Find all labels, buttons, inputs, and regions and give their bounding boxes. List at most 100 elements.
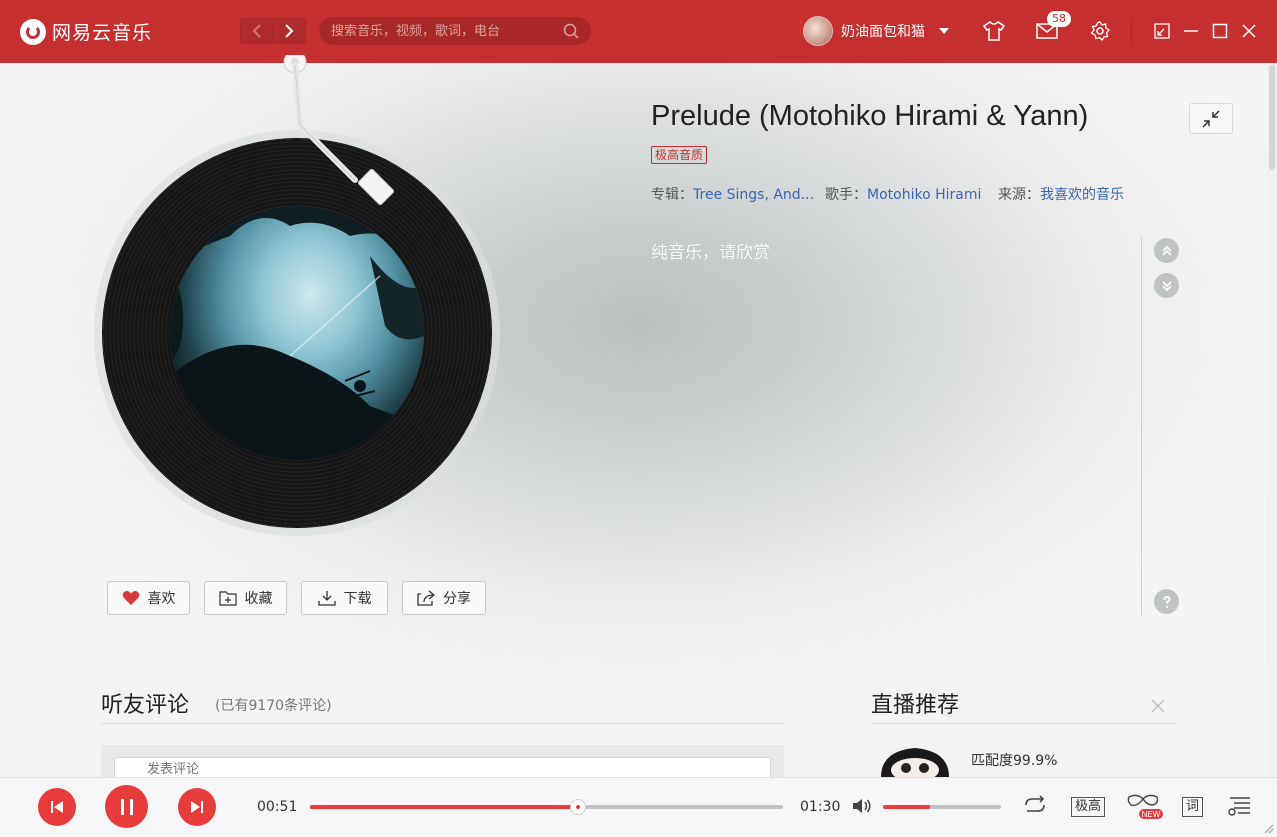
album-cover — [170, 206, 424, 460]
scroll-thumb[interactable] — [1269, 65, 1275, 170]
playlist-button[interactable] — [1228, 795, 1252, 817]
next-button[interactable] — [178, 788, 216, 826]
lyrics-divider — [1141, 237, 1142, 615]
progress-bar[interactable] — [310, 799, 783, 815]
progress-handle[interactable] — [570, 799, 586, 815]
loop-mode-button[interactable] — [1023, 795, 1047, 815]
volume-button[interactable] — [852, 797, 874, 815]
album-label: 专辑： — [651, 187, 693, 203]
heart-icon — [122, 591, 139, 605]
history-nav — [240, 18, 306, 44]
forward-button[interactable] — [273, 18, 306, 44]
song-title: Prelude (Motohiko Hirami & Yann) — [651, 100, 1089, 132]
search-box — [319, 17, 591, 45]
share-label: 分享 — [443, 591, 471, 607]
comments-title: 听友评论 — [101, 693, 190, 718]
source-label: 来源： — [998, 187, 1040, 203]
lyrics-text: 纯音乐，请欣赏 — [651, 243, 770, 263]
minimize-button[interactable] — [1180, 20, 1202, 42]
artist-label: 歌手： — [825, 187, 867, 203]
resize-grip-icon[interactable] — [1262, 822, 1274, 834]
close-icon — [1151, 699, 1165, 713]
sound-quality-button[interactable]: 极高 — [1071, 797, 1106, 817]
volume-fill — [883, 805, 930, 809]
title-bar: 网易云音乐 奶油面包和猫 58 — [0, 0, 1277, 63]
current-time: 00:51 — [257, 799, 298, 815]
search-icon[interactable] — [563, 23, 579, 39]
double-chevron-down-icon — [1161, 280, 1172, 291]
progress-fill — [310, 805, 578, 809]
comments-count: (已有9170条评论) — [215, 698, 332, 714]
total-time: 01:30 — [800, 799, 841, 815]
source-link[interactable]: 我喜欢的音乐 — [1040, 187, 1124, 203]
playlist-icon — [1228, 797, 1250, 816]
app-name: 网易云音乐 — [52, 22, 153, 44]
maximize-icon — [1212, 23, 1228, 39]
album-artwork-image — [170, 206, 424, 460]
search-input[interactable] — [331, 23, 563, 39]
double-chevron-up-icon — [1161, 245, 1172, 256]
caret-down-icon[interactable] — [939, 28, 949, 34]
netease-logo-icon — [20, 18, 46, 45]
album-link[interactable]: Tree Sings, And... — [693, 187, 814, 203]
collapse-icon — [1202, 109, 1220, 128]
mini-mode-button[interactable] — [1151, 20, 1173, 42]
sound-effects-button[interactable]: NEW — [1127, 793, 1163, 819]
close-live-button[interactable] — [1151, 694, 1165, 718]
anime-avatar-image — [871, 746, 959, 777]
share-button[interactable]: 分享 — [402, 581, 486, 615]
download-button[interactable]: 下载 — [301, 581, 388, 615]
pause-button[interactable] — [105, 785, 148, 828]
album-meta: 专辑：Tree Sings, And... — [651, 184, 814, 204]
maximize-button[interactable] — [1209, 20, 1231, 42]
tshirt-icon — [983, 21, 1005, 41]
skip-next-icon — [191, 801, 203, 813]
avatar[interactable] — [803, 16, 833, 46]
skin-button[interactable] — [983, 20, 1005, 42]
live-match-score: 匹配度99.9% — [971, 753, 1058, 769]
settings-button[interactable] — [1089, 20, 1111, 42]
volume-icon — [853, 799, 871, 813]
previous-button[interactable] — [38, 788, 76, 826]
collect-label: 收藏 — [244, 591, 273, 607]
quality-badge: 极高音质 — [651, 146, 708, 164]
live-divider — [871, 723, 1176, 724]
artist-link[interactable]: Motohiko Hirami — [867, 187, 981, 203]
minimize-icon — [1184, 30, 1198, 32]
live-thumbnail[interactable] — [871, 746, 959, 777]
artist-meta: 歌手：Motohiko Hirami — [825, 184, 981, 204]
username[interactable]: 奶油面包和猫 — [841, 21, 925, 41]
sound-quality-label: 极高 — [1071, 797, 1106, 817]
loop-icon — [1025, 795, 1045, 812]
download-label: 下载 — [343, 591, 372, 607]
pause-icon — [120, 798, 133, 815]
skip-previous-icon — [51, 801, 63, 813]
like-button[interactable]: 喜欢 — [107, 581, 190, 615]
comments-divider — [101, 723, 784, 724]
user-menu[interactable]: 奶油面包和猫 — [803, 16, 949, 46]
like-label: 喜欢 — [147, 591, 176, 607]
lyrics-toggle-label: 词 — [1182, 797, 1204, 817]
close-button[interactable] — [1238, 20, 1260, 42]
tone-arm — [283, 55, 395, 206]
download-icon — [317, 591, 336, 606]
app-logo[interactable]: 网易云音乐 — [20, 18, 152, 45]
volume-slider[interactable] — [883, 805, 1001, 809]
share-icon — [417, 590, 435, 606]
lyrics-toggle-button[interactable]: 词 — [1182, 797, 1204, 817]
vertical-scrollbar[interactable] — [1267, 63, 1277, 777]
mini-mode-icon — [1154, 23, 1170, 39]
back-button[interactable] — [240, 18, 273, 44]
new-badge: NEW — [1142, 810, 1161, 819]
message-count-badge: 58 — [1047, 11, 1071, 27]
gear-icon — [1090, 21, 1110, 41]
live-title: 直播推荐 — [871, 693, 960, 718]
collapse-player-button[interactable] — [1189, 103, 1233, 134]
source-meta: 来源：我喜欢的音乐 — [998, 184, 1124, 204]
collect-button[interactable]: 收藏 — [204, 581, 287, 615]
scroll-lyrics-down-button[interactable] — [1154, 273, 1179, 298]
help-button[interactable] — [1154, 589, 1179, 614]
chevron-right-icon — [285, 24, 294, 38]
folder-add-icon — [218, 591, 237, 606]
scroll-lyrics-up-button[interactable] — [1154, 238, 1179, 263]
